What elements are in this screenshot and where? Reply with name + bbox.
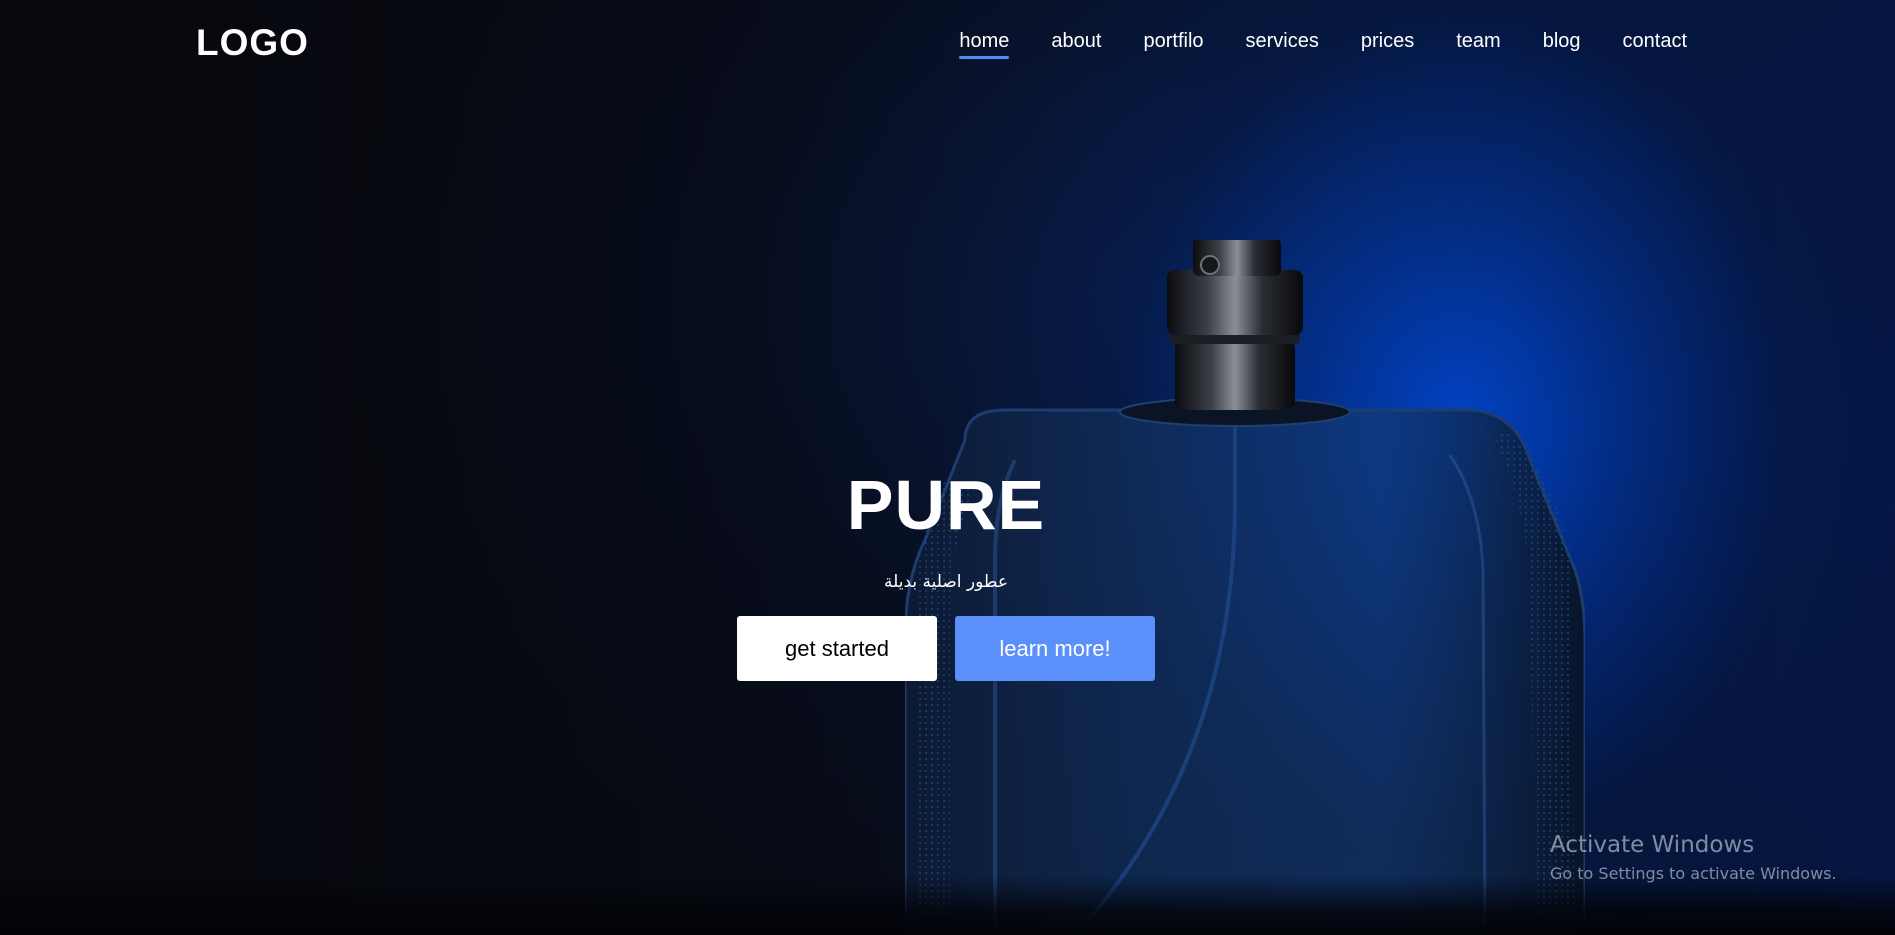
nav-item-home[interactable]: home [959, 30, 1010, 59]
hero-section: PURE عطور اصلية بديلة get started learn … [646, 470, 1246, 681]
nav-item-blog[interactable]: blog [1543, 30, 1581, 59]
nav-item-contact[interactable]: contact [1623, 30, 1687, 59]
hero-subtitle: عطور اصلية بديلة [883, 572, 1009, 592]
site-logo[interactable]: LOGO [196, 22, 309, 64]
nav-item-services[interactable]: services [1246, 30, 1319, 59]
nav-item-team[interactable]: team [1456, 30, 1500, 59]
watermark-subtitle: Go to Settings to activate Windows. [1550, 864, 1837, 883]
get-started-button[interactable]: get started [737, 616, 937, 681]
hero-title: PURE [846, 466, 1046, 544]
landing-page: LOGO home about portfilo services prices… [0, 0, 1895, 935]
hero-buttons: get started learn more! [646, 616, 1246, 681]
nav-item-portfolio[interactable]: portfilo [1143, 30, 1203, 59]
watermark-title: Activate Windows [1550, 832, 1755, 858]
floor-shadow [0, 875, 1895, 935]
nav-item-prices[interactable]: prices [1361, 30, 1414, 59]
nav-item-about[interactable]: about [1051, 30, 1101, 59]
main-nav: home about portfilo services prices team… [959, 30, 1687, 59]
windows-activation-watermark: Activate Windows Go to Settings to activ… [1550, 832, 1837, 883]
learn-more-button[interactable]: learn more! [955, 616, 1155, 681]
